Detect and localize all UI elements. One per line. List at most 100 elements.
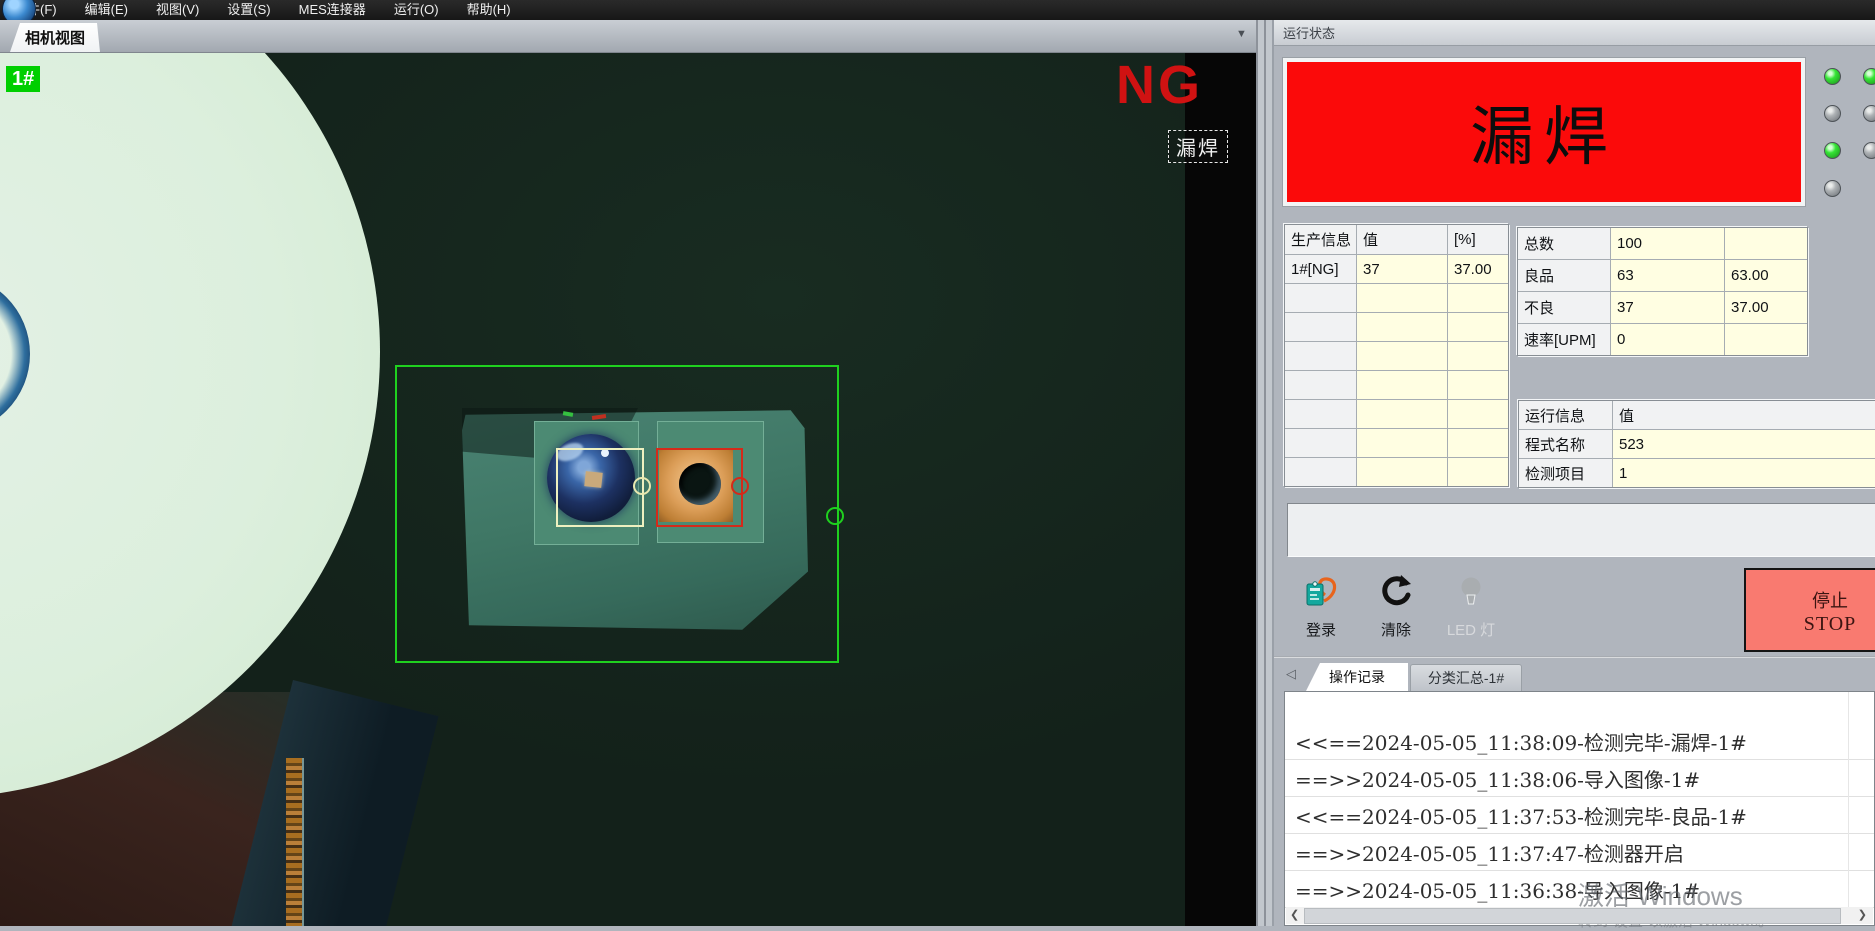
inspection-disc	[0, 52, 380, 798]
prod-row-value: 37	[1357, 255, 1447, 283]
stop-button-label-cn: 停止	[1746, 587, 1875, 613]
stop-button-label-en: STOP	[1746, 613, 1875, 636]
led-button-label: LED 灯	[1447, 619, 1495, 640]
stop-button[interactable]: 停止 STOP	[1744, 568, 1875, 652]
login-badge-icon	[1302, 574, 1340, 615]
stats-ng-label: 不良	[1518, 292, 1610, 323]
menu-view[interactable]: 视图(V)	[142, 0, 213, 20]
prod-empty-cell	[1357, 400, 1447, 428]
menu-help[interactable]: 帮助(H)	[453, 0, 525, 20]
prod-header-value: 值	[1357, 225, 1447, 254]
run-info-table: 运行信息 值 程式名称 523 检测项目 1	[1518, 400, 1875, 488]
menu-settings[interactable]: 设置(S)	[213, 0, 284, 20]
camera-view[interactable]: 1# NG 漏焊	[0, 52, 1256, 926]
app-logo-icon[interactable]	[2, 0, 36, 20]
horizontal-scrollbar[interactable]: ❮ ❯	[1286, 907, 1873, 924]
prod-empty-cell	[1285, 400, 1356, 428]
prod-empty-cell	[1448, 400, 1508, 428]
prod-empty-cell	[1448, 458, 1508, 486]
tab-classification-summary[interactable]: 分类汇总-1#	[1410, 664, 1522, 691]
stats-table: 总数 100 良品 63 63.00 不良 37 37.00 速率[UPM] 0	[1517, 227, 1808, 356]
result-label: NG	[1116, 54, 1203, 116]
run-header-info: 运行信息	[1519, 401, 1612, 429]
scroll-left-icon[interactable]: ❮	[1290, 908, 1299, 923]
tab-operation-log[interactable]: 操作记录	[1306, 663, 1408, 691]
stats-total-percent	[1725, 228, 1807, 259]
production-table: 生产信息 值 [%] 1#[NG] 37 37.00	[1284, 224, 1509, 487]
stats-total-value: 100	[1611, 228, 1724, 259]
indicator-lamp	[1824, 68, 1841, 85]
prod-header-percent: [%]	[1448, 225, 1508, 254]
run-program-label: 程式名称	[1519, 430, 1612, 458]
prod-empty-cell	[1448, 313, 1508, 341]
stats-good-label: 良品	[1518, 260, 1610, 291]
run-items-label: 检测项目	[1519, 459, 1612, 487]
status-message-box	[1287, 503, 1875, 557]
stats-rate-value: 0	[1611, 324, 1724, 355]
indicator-lamp	[1863, 105, 1875, 122]
prod-empty-cell	[1357, 371, 1447, 399]
stats-ng-percent: 37.00	[1725, 292, 1807, 323]
prod-empty-cell	[1448, 371, 1508, 399]
stats-rate-percent	[1725, 324, 1807, 355]
prod-row-percent: 37.00	[1448, 255, 1508, 283]
menu-mes-connector[interactable]: MES连接器	[285, 0, 380, 20]
prod-empty-cell	[1285, 429, 1356, 457]
led-light-button[interactable]: LED 灯	[1438, 574, 1504, 636]
prod-empty-cell	[1448, 429, 1508, 457]
prod-empty-cell	[1448, 284, 1508, 312]
menu-run[interactable]: 运行(O)	[380, 0, 453, 20]
indicator-lamp	[1824, 105, 1841, 122]
log-entry: ==>>2024-05-05_11:37:47-检测器开启	[1285, 834, 1874, 871]
prod-empty-cell	[1285, 342, 1356, 370]
run-items-value: 1	[1613, 459, 1875, 487]
defect-tag: 漏焊	[1168, 130, 1228, 163]
run-header-value: 值	[1613, 401, 1875, 429]
indicator-lamp	[1824, 180, 1841, 197]
prod-empty-cell	[1357, 429, 1447, 457]
result-banner-frame: 漏焊	[1283, 58, 1805, 206]
login-button[interactable]: 登录	[1288, 574, 1354, 636]
prod-empty-cell	[1448, 342, 1508, 370]
clear-refresh-icon	[1377, 574, 1415, 615]
prod-row-label: 1#[NG]	[1285, 255, 1356, 283]
log-entry: ==>>2024-05-05_11:38:06-导入图像-1#	[1285, 760, 1874, 797]
stats-rate-label: 速率[UPM]	[1518, 324, 1610, 355]
prod-empty-cell	[1357, 284, 1447, 312]
indicator-lamp	[1863, 68, 1875, 85]
clear-button[interactable]: 清除	[1363, 574, 1429, 636]
prod-empty-cell	[1357, 458, 1447, 486]
prod-empty-cell	[1285, 313, 1356, 341]
prod-empty-cell	[1357, 313, 1447, 341]
indicator-lamp	[1824, 142, 1841, 159]
login-button-label: 登录	[1306, 619, 1336, 640]
roi-rectangle	[395, 365, 839, 663]
clear-button-label: 清除	[1381, 619, 1411, 640]
log-entry: <<==2024-05-05_11:38:09-检测完毕-漏焊-1#	[1285, 723, 1874, 760]
prod-empty-cell	[1285, 371, 1356, 399]
camera-tab-strip: 相机视图 ▼	[0, 20, 1256, 53]
prod-empty-cell	[1357, 342, 1447, 370]
stats-good-value: 63	[1611, 260, 1724, 291]
prod-empty-cell	[1285, 284, 1356, 312]
status-panel-title: 运行状态	[1274, 20, 1875, 46]
indicator-lamp	[1863, 142, 1875, 159]
chevron-down-icon[interactable]: ▼	[1236, 28, 1247, 40]
camera-id-badge: 1#	[6, 66, 40, 92]
led-bulb-icon	[1452, 574, 1490, 615]
tab-camera-view[interactable]: 相机视图	[10, 23, 100, 52]
section-divider	[1274, 656, 1875, 658]
tab-scroll-left-icon[interactable]: ◁	[1286, 666, 1296, 682]
scrollbar-thumb[interactable]	[1304, 908, 1841, 924]
stats-ng-value: 37	[1611, 292, 1724, 323]
run-program-value: 523	[1613, 430, 1875, 458]
menu-edit[interactable]: 编辑(E)	[71, 0, 142, 20]
prod-header-info: 生产信息	[1285, 225, 1356, 254]
panel-splitter[interactable]	[1256, 20, 1274, 926]
stats-good-percent: 63.00	[1725, 260, 1807, 291]
scroll-right-icon[interactable]: ❯	[1858, 908, 1867, 923]
result-banner: 漏焊	[1287, 62, 1801, 202]
menu-bar: 文件(F) 编辑(E) 视图(V) 设置(S) MES连接器 运行(O) 帮助(…	[0, 0, 1875, 20]
prod-empty-cell	[1285, 458, 1356, 486]
camera-black-band	[1185, 52, 1256, 926]
